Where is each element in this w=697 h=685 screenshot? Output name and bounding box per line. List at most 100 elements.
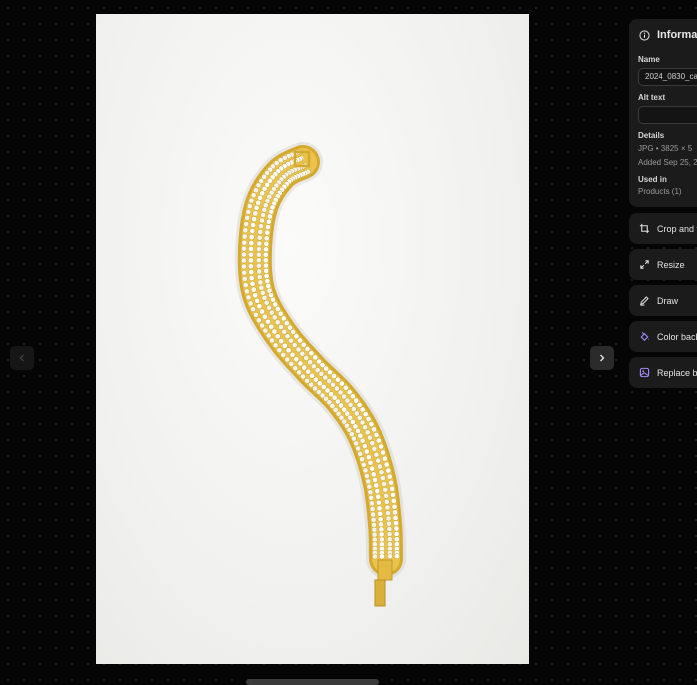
crystal-stone <box>288 337 294 344</box>
crystal-stone <box>370 516 377 523</box>
crystal-stone <box>384 504 391 511</box>
draw-tool-button[interactable]: Draw <box>629 285 697 316</box>
crystal-stone <box>263 235 270 242</box>
crystal-stone <box>386 526 393 532</box>
crystal-stone <box>293 333 300 340</box>
crystal-stone <box>383 492 389 499</box>
crystal-stone <box>385 510 391 516</box>
crystal-stone <box>250 222 256 228</box>
color-background-tool-button[interactable]: Color back <box>629 321 697 352</box>
crystal-stone <box>308 381 314 388</box>
crystal-stone <box>394 553 400 560</box>
crystal-stone <box>262 257 269 264</box>
crystal-stone <box>365 454 372 460</box>
crystal-stone <box>272 301 279 308</box>
crystal-stone <box>259 217 265 224</box>
crystal-stone <box>242 227 249 234</box>
crystal-stone <box>247 257 254 264</box>
next-image-button[interactable] <box>590 346 614 370</box>
crystal-stone <box>266 304 272 311</box>
crystal-stone <box>300 341 307 348</box>
crystal-stone <box>268 323 275 330</box>
crystal-stone <box>265 332 272 339</box>
used-in-value[interactable]: Products (1) <box>638 187 682 196</box>
crystal-stone <box>381 481 387 487</box>
crystal-stone <box>247 300 254 307</box>
crystal-stone <box>375 493 382 500</box>
crystal-stone <box>266 218 272 225</box>
crystal-stone <box>265 318 271 325</box>
crystal-stone <box>256 303 263 310</box>
crystal-stone <box>372 477 378 483</box>
used-in-label: Used in <box>638 175 667 184</box>
name-field[interactable]: 2024_0830_ca <box>638 68 697 86</box>
crystal-stone <box>367 459 374 466</box>
crystal-stone <box>258 284 265 291</box>
crystal-stone <box>389 485 395 492</box>
draw-tool-label: Draw <box>657 295 679 306</box>
filmstrip-scrollbar[interactable] <box>246 679 379 685</box>
crystal-stone <box>257 195 263 201</box>
crystal-stone <box>350 393 356 400</box>
crystal-stone <box>263 268 270 274</box>
crystal-stone <box>276 347 283 354</box>
crystal-stone <box>241 269 248 276</box>
crystal-stone <box>295 346 302 353</box>
crystal-stone <box>356 414 363 421</box>
crystal-stone <box>373 482 380 489</box>
crystal-stone <box>378 443 384 450</box>
crystal-stone <box>386 536 393 543</box>
crystal-stone <box>380 449 386 456</box>
crystal-stone <box>371 445 378 452</box>
crystal-stone <box>241 245 247 252</box>
crystal-stone <box>254 297 260 304</box>
crystal-stone <box>305 368 311 375</box>
replace-background-tool-button[interactable]: Replace ba <box>629 357 697 388</box>
crystal-stone <box>353 440 360 447</box>
crystal-stone <box>369 440 376 446</box>
crystal-stone <box>257 279 264 286</box>
crystal-stone <box>256 274 263 280</box>
crystal-stone <box>249 228 256 234</box>
crystal-stone <box>299 350 306 357</box>
crystal-stone <box>259 322 265 329</box>
crystal-stone <box>308 350 315 357</box>
alt-text-field[interactable] <box>638 106 697 124</box>
resize-tool-label: Resize <box>657 259 685 270</box>
information-panel: Informatio Name 2024_0830_ca Alt text De… <box>629 19 697 207</box>
crystal-stone <box>339 380 345 387</box>
crystal-stone <box>281 342 288 349</box>
crystal-stone <box>359 419 366 426</box>
bracelet-image <box>234 142 406 607</box>
crystal-stone <box>250 286 257 293</box>
previous-image-button[interactable] <box>10 346 34 370</box>
crystal-stone <box>256 317 262 324</box>
crystal-stone <box>264 278 271 284</box>
crystal-stone <box>369 465 376 472</box>
clasp-tail <box>374 579 386 607</box>
crystal-stone <box>342 384 349 391</box>
crystal-stone <box>297 360 304 367</box>
crystal-stone <box>284 333 291 340</box>
resize-tool-button[interactable]: Resize <box>629 249 697 280</box>
crystal-stone <box>393 536 400 543</box>
crystal-stone <box>250 306 256 313</box>
crystal-stone <box>248 275 255 281</box>
crystal-stone <box>357 450 364 457</box>
crystal-stone <box>255 182 262 189</box>
crystal-stone <box>240 257 247 264</box>
crystal-stone <box>255 199 262 206</box>
crystal-stone <box>244 288 250 295</box>
crystal-stone <box>256 263 262 269</box>
crystal-stone <box>362 424 368 431</box>
information-header[interactable]: Informatio <box>629 19 697 41</box>
draw-icon <box>640 296 649 306</box>
crystal-stone <box>378 469 385 476</box>
crystal-stone <box>356 402 363 408</box>
replace-background-icon <box>639 367 650 378</box>
crop-tool-button[interactable]: Crop and t <box>629 213 697 244</box>
details-format: JPG • 3825 × 5 <box>638 144 693 153</box>
crystal-stone <box>253 187 259 194</box>
crystal-stone <box>291 342 298 348</box>
crystal-stone <box>312 354 319 361</box>
